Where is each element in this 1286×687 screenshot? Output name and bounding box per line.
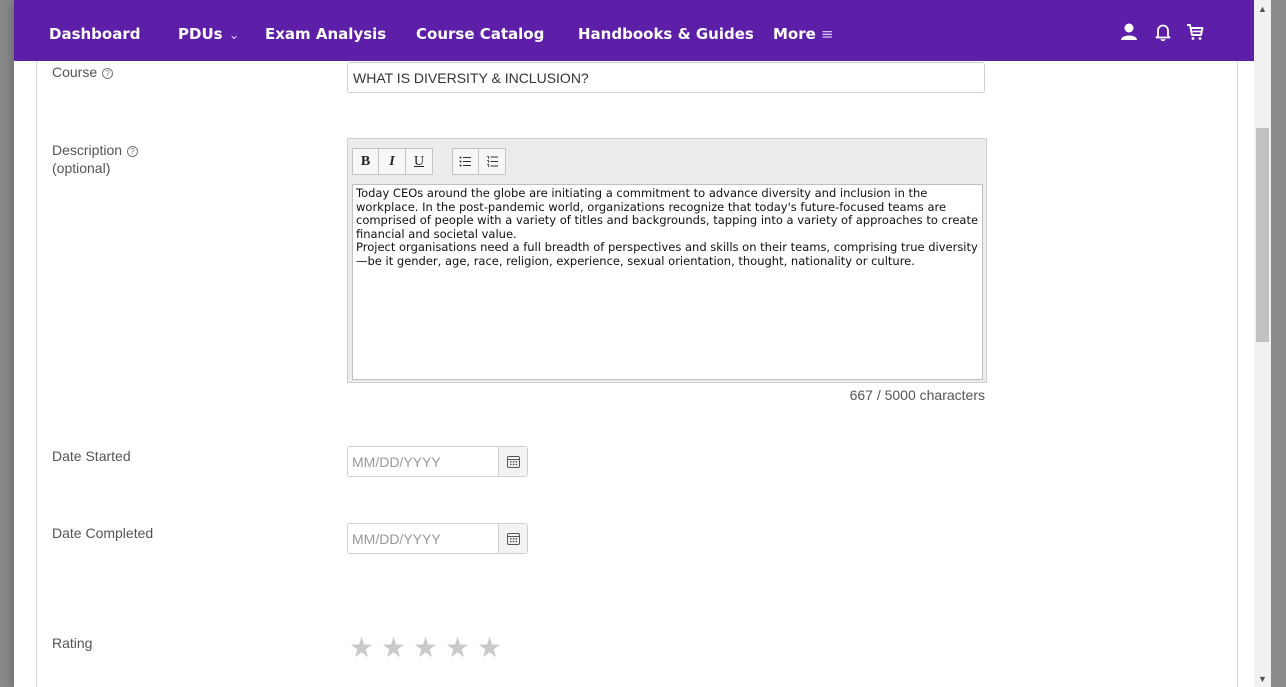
chevron-down-icon: ⌄	[228, 28, 240, 43]
calendar-icon[interactable]	[498, 447, 527, 476]
nav-handbooks[interactable]: Handbooks & Guides	[578, 25, 754, 43]
star-icon[interactable]: ★	[349, 633, 381, 663]
cart-icon[interactable]	[1185, 22, 1205, 42]
format-toolbar: B I U	[352, 148, 433, 175]
course-label: Course?	[52, 63, 114, 81]
user-icon[interactable]	[1119, 22, 1139, 42]
date-completed-input[interactable]: MM/DD/YYYY	[348, 524, 498, 553]
date-completed-label: Date Completed	[52, 525, 154, 541]
character-count: 667 / 5000 characters	[849, 387, 985, 403]
bell-icon[interactable]	[1153, 22, 1173, 42]
nav-exam-analysis[interactable]: Exam Analysis	[265, 25, 386, 43]
description-label: Description? (optional)	[52, 141, 139, 177]
top-navbar: Dashboard PDUs ⌄ Exam Analysis Course Cat…	[14, 0, 1254, 61]
rating-label: Rating	[52, 635, 93, 651]
star-icon[interactable]: ★	[381, 633, 413, 663]
description-label-text: Description	[52, 142, 123, 158]
nav-course-catalog[interactable]: Course Catalog	[416, 25, 544, 43]
bullet-list-icon[interactable]	[452, 148, 479, 175]
calendar-icon[interactable]	[498, 524, 527, 553]
nav-dashboard[interactable]: Dashboard	[49, 25, 140, 43]
date-completed-field: MM/DD/YYYY	[347, 523, 528, 554]
list-toolbar	[452, 148, 506, 175]
course-label-text: Course	[52, 64, 98, 80]
description-paragraph: Project organisations need a full breadt…	[356, 240, 978, 268]
description-paragraph: Today CEOs around the globe are initiati…	[356, 186, 979, 241]
help-icon[interactable]: ?	[127, 146, 139, 157]
browser-window: Dashboard PDUs ⌄ Exam Analysis Course Cat…	[14, 0, 1254, 687]
description-optional-text: (optional)	[52, 160, 111, 176]
star-icon[interactable]: ★	[413, 633, 445, 663]
scroll-up-icon[interactable]: ▲	[1254, 0, 1271, 17]
hamburger-icon: ≡	[820, 25, 834, 43]
scroll-down-icon[interactable]: ▼	[1254, 670, 1271, 687]
star-icon[interactable]: ★	[445, 633, 477, 663]
bold-button[interactable]: B	[352, 148, 379, 175]
help-icon[interactable]: ?	[102, 68, 114, 79]
scrollbar-thumb[interactable]	[1256, 128, 1269, 342]
nav-pdus-label: PDUs	[178, 25, 223, 43]
date-started-field: MM/DD/YYYY	[347, 446, 528, 477]
rating-stars: ★ ★ ★ ★ ★	[349, 633, 509, 663]
description-textarea[interactable]: Today CEOs around the globe are initiati…	[352, 184, 983, 380]
vertical-scrollbar[interactable]: ▲ ▼	[1254, 0, 1271, 687]
date-started-input[interactable]: MM/DD/YYYY	[348, 447, 498, 476]
numbered-list-icon[interactable]	[479, 148, 506, 175]
italic-button[interactable]: I	[379, 148, 406, 175]
nav-more-label: More	[773, 25, 816, 43]
nav-more[interactable]: More ≡	[773, 25, 833, 43]
description-editor: B I U Today CEOs around the globe are in…	[347, 138, 987, 383]
nav-pdus[interactable]: PDUs ⌄	[178, 25, 239, 43]
date-started-label: Date Started	[52, 448, 131, 464]
course-input[interactable]: WHAT IS DIVERSITY & INCLUSION?	[347, 62, 985, 93]
star-icon[interactable]: ★	[477, 633, 509, 663]
underline-button[interactable]: U	[406, 148, 433, 175]
